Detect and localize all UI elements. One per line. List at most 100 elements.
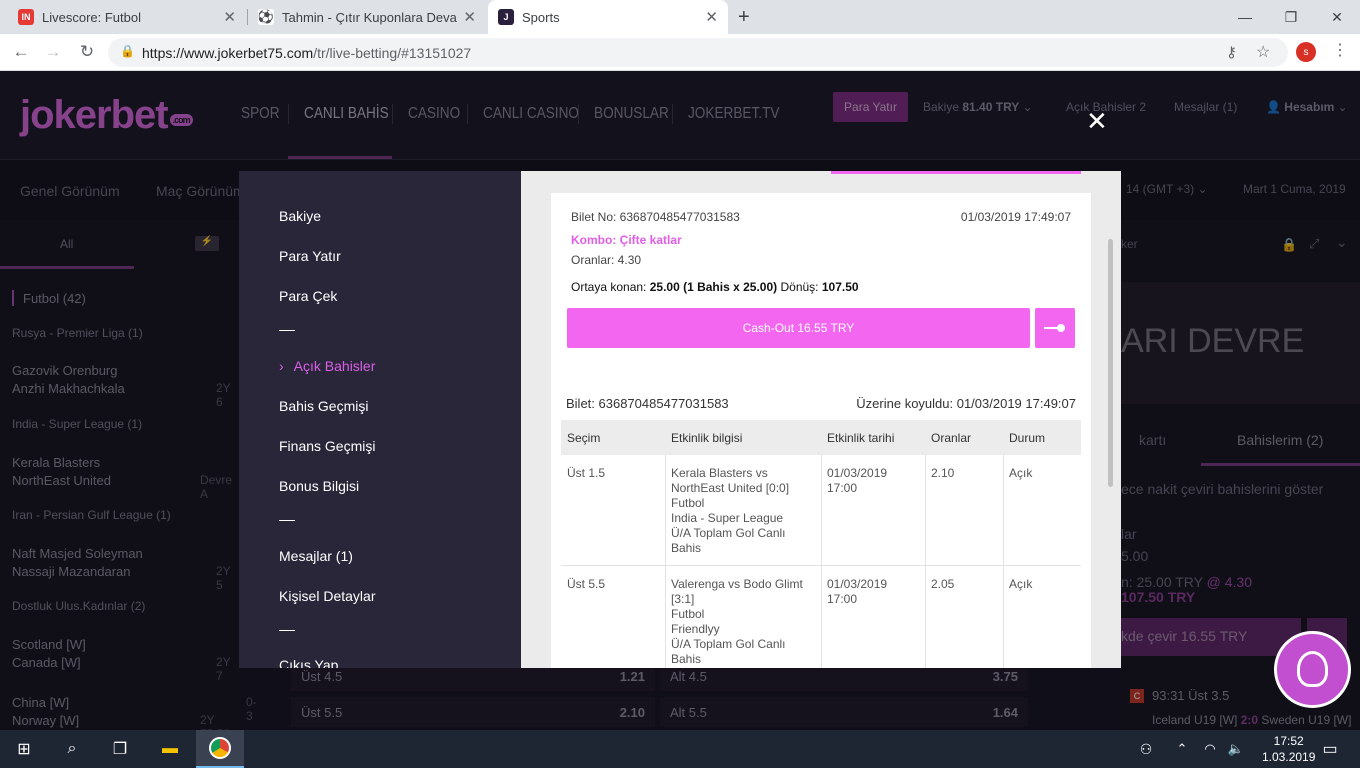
ticket-stake: Ortaya konan: 25.00 (1 Bahis x 25.00) Dö… — [571, 280, 859, 294]
event-line: [3:1] — [671, 592, 695, 606]
url-host: https://www.jokerbet75.com — [142, 45, 314, 61]
row1-status: Açık — [1009, 466, 1033, 480]
url-text[interactable]: https://www.jokerbet75.com/tr/live-betti… — [142, 45, 471, 61]
event-line: India - Super League — [671, 511, 784, 525]
reload-icon[interactable]: ↻ — [74, 39, 100, 65]
time-line: 17:00 — [827, 481, 858, 495]
menu-divider — [279, 630, 295, 631]
headset-icon — [1297, 651, 1328, 687]
ticket-type: Kombo: Çifte katlar — [571, 233, 682, 247]
tab-label: Livescore: Futbol — [42, 9, 141, 25]
column-divider — [925, 455, 926, 668]
row2-odds: 2.05 — [931, 577, 955, 591]
menu-balance[interactable]: Bakiye — [279, 208, 321, 224]
windows-start-icon[interactable]: ⊞ — [0, 730, 48, 768]
modal-scrollbar[interactable] — [1108, 239, 1113, 487]
row2-event-date: 01/03/2019 17:00 — [827, 577, 887, 607]
close-icon[interactable]: ✕ — [223, 8, 236, 26]
close-icon[interactable]: ✕ — [463, 8, 476, 26]
date-line: 01/03/2019 — [827, 466, 888, 480]
forward-arrow-icon[interactable]: → — [40, 39, 66, 65]
browser-tab-sports[interactable]: J Sports ✕ — [488, 0, 728, 34]
header-status: Durum — [1003, 420, 1081, 455]
menu-deposit[interactable]: Para Yatır — [279, 248, 341, 264]
event-line: Kerala Blasters vs — [671, 466, 768, 480]
event-line: Futbol — [671, 607, 705, 621]
star-icon[interactable]: ☆ — [1256, 42, 1270, 62]
ticket-number: Bilet No: 636870485477031583 — [571, 210, 740, 224]
task-view-icon[interactable]: ❐ — [96, 730, 144, 768]
live-support-button[interactable] — [1274, 631, 1351, 708]
back-arrow-icon[interactable]: ← — [8, 39, 34, 65]
header-odds: Oranlar — [925, 420, 1003, 455]
jokerbet-favicon-icon: J — [498, 9, 514, 25]
menu-messages[interactable]: Mesajlar (1) — [279, 548, 353, 564]
menu-bonus-info[interactable]: Bonus Bilgisi — [279, 478, 359, 494]
column-divider — [821, 455, 822, 668]
chrome-icon[interactable] — [196, 730, 244, 768]
row1-event-info: Kerala Blasters vs NorthEast United [0:0… — [671, 466, 789, 556]
soccer-ball-icon: ⚽ — [257, 9, 275, 25]
event-line: Ü/A Toplam Gol Canlı — [671, 526, 786, 540]
minimize-button[interactable]: — — [1222, 0, 1268, 34]
windows-taskbar: ⊞ ⌕ ❐ ▬ ⚇ ⌃ ◠ 🔈 17:52 1.03.2019 ▭ — [0, 730, 1360, 768]
row2-selection: Üst 5.5 — [567, 577, 606, 591]
profile-avatar[interactable]: s — [1296, 42, 1316, 62]
close-icon[interactable]: ✕ — [1086, 108, 1108, 134]
livescore-favicon-icon: IN — [18, 9, 34, 25]
new-tab-button[interactable]: + — [732, 0, 764, 34]
row-divider — [561, 565, 1081, 566]
menu-personal-details[interactable]: Kişisel Detaylar — [279, 588, 375, 604]
event-line: Bahis — [671, 652, 702, 666]
window-close-button[interactable]: ✕ — [1314, 0, 1360, 34]
event-line: Friendlyy — [671, 622, 720, 636]
browser-toolbar: ← → ↻ 🔒 https://www.jokerbet75.com/tr/li… — [0, 34, 1360, 71]
menu-divider — [279, 520, 295, 521]
event-line: Valerenga vs Bodo Glimt — [671, 577, 803, 591]
stake-label: Ortaya konan: — [571, 280, 647, 294]
menu-bet-history[interactable]: Bahis Geçmişi — [279, 398, 368, 414]
header-text: Etkinlik bilgisi — [671, 431, 743, 445]
volume-icon[interactable]: 🔈 — [1212, 730, 1260, 768]
browser-tab-livescore[interactable]: IN Livescore: Futbol ✕ — [8, 0, 246, 34]
cashout-button[interactable]: Cash-Out 16.55 TRY — [567, 308, 1030, 348]
browser-tab-tahmin[interactable]: ⚽ Tahmin - Çıtır Kuponlara Devam | ✕ — [248, 0, 486, 34]
search-icon[interactable]: ⌕ — [48, 730, 96, 768]
menu-finance-history[interactable]: Finans Geçmişi — [279, 438, 375, 454]
url-path: /tr/live-betting/#13151027 — [313, 45, 472, 61]
row1-event-date: 01/03/2019 17:00 — [827, 466, 887, 496]
row1-odds: 2.10 — [931, 466, 955, 480]
header-selection: Seçim — [561, 420, 665, 455]
partial-cashout-slider-icon[interactable] — [1035, 308, 1075, 348]
menu-logout[interactable]: Çıkış Yap — [279, 657, 338, 668]
event-line: NorthEast United [0:0] — [671, 481, 790, 495]
menu-withdraw[interactable]: Para Çek — [279, 288, 337, 304]
header-text: Durum — [1009, 431, 1046, 445]
header-text: Etkinlik tarihi — [827, 431, 895, 445]
ticket-datetime: 01/03/2019 17:49:07 — [960, 210, 1071, 224]
time-line: 17:00 — [827, 592, 858, 606]
event-line: Futbol — [671, 496, 705, 510]
previous-card-edge — [831, 171, 1081, 174]
details-ticket-number: Bilet: 636870485477031583 — [566, 396, 729, 411]
open-bets-content: Bilet No: 636870485477031583 01/03/2019 … — [521, 171, 1121, 668]
menu-divider — [279, 330, 295, 331]
file-explorer-icon[interactable]: ▬ — [146, 730, 194, 768]
key-icon[interactable]: ⚷ — [1226, 43, 1237, 61]
lock-icon: 🔒 — [120, 44, 135, 58]
notifications-icon[interactable]: ▭ — [1306, 730, 1354, 768]
row2-status: Açık — [1009, 577, 1033, 591]
maximize-button[interactable]: ❐ — [1268, 0, 1314, 34]
close-icon[interactable]: ✕ — [705, 8, 718, 26]
return-value: 107.50 — [821, 280, 859, 294]
header-text: Oranlar — [931, 431, 972, 445]
menu-open-bets[interactable]: › Açık Bahisler — [279, 358, 375, 374]
return-label: Dönüş: — [780, 280, 819, 294]
date-line: 01/03/2019 — [827, 577, 888, 591]
details-placed-time: Üzerine koyuldu: 01/03/2019 17:49:07 — [856, 396, 1076, 411]
address-bar[interactable]: 🔒 https://www.jokerbet75.com/tr/live-bet… — [108, 38, 1288, 67]
menu-dots-icon[interactable]: ⋮ — [1332, 40, 1348, 60]
ticket-odds: Oranlar: 4.30 — [571, 253, 642, 267]
column-divider — [665, 455, 666, 668]
chevron-right-icon: › — [279, 358, 284, 374]
